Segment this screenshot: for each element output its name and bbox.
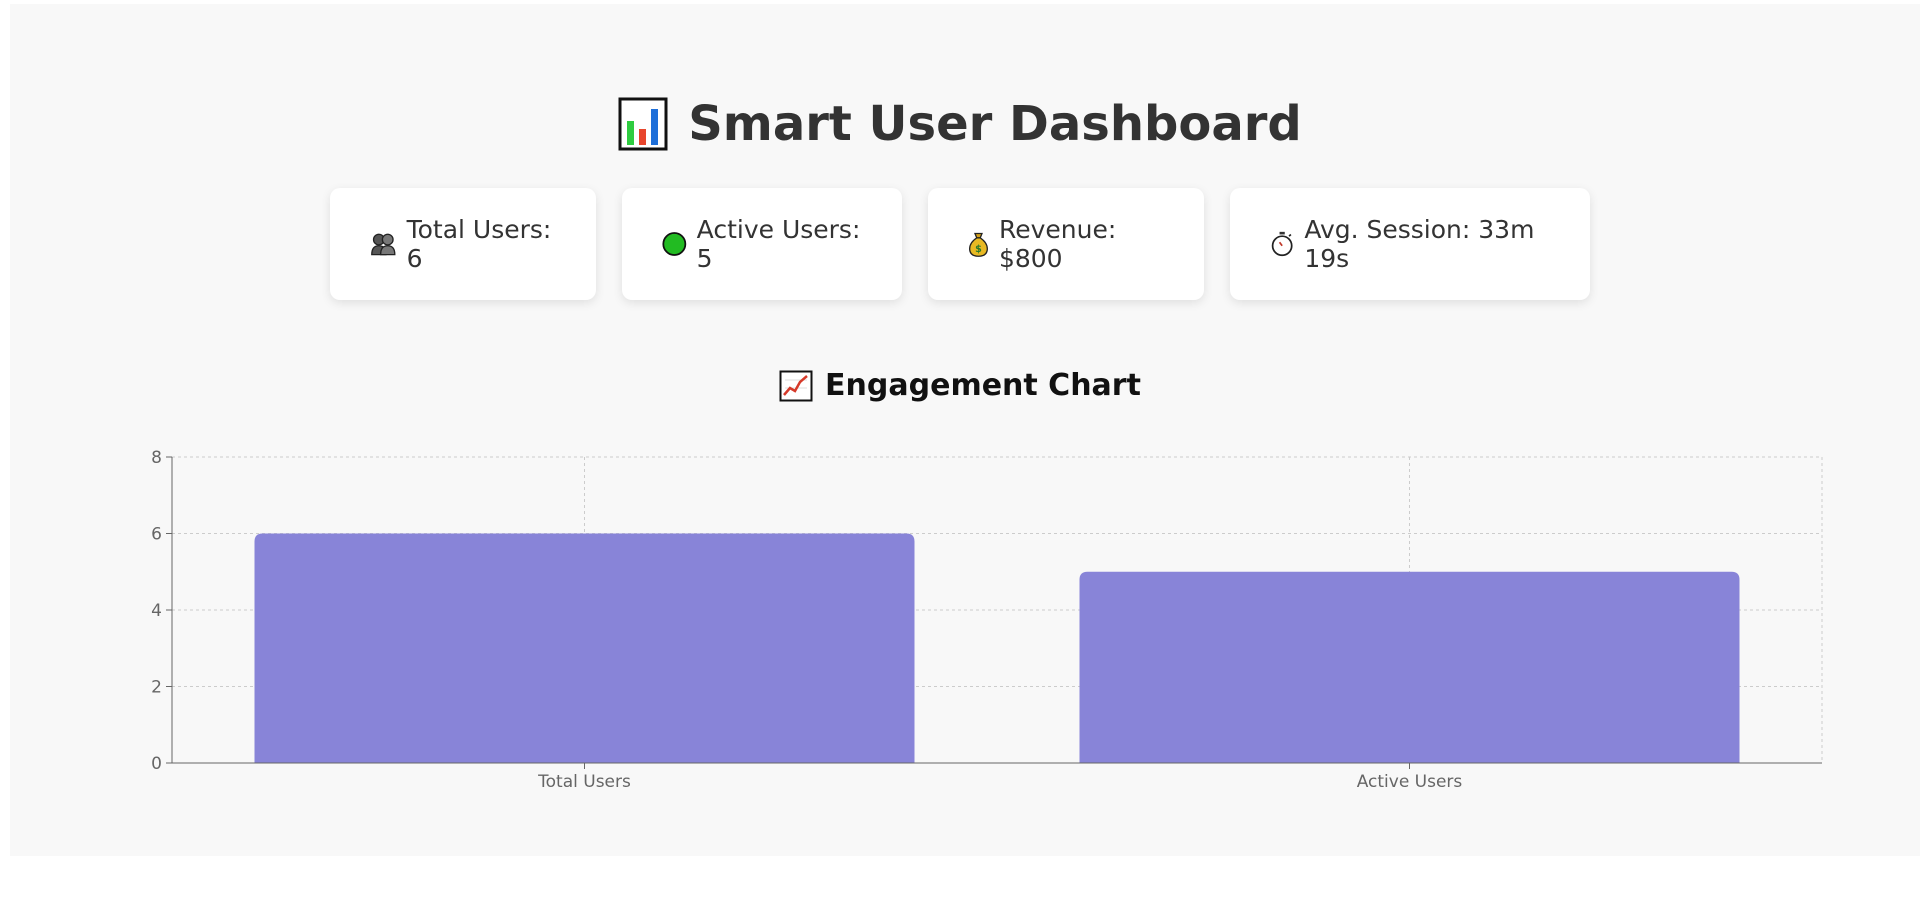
y-tick-label: 2 [151, 678, 162, 698]
y-tick-label: 0 [151, 754, 162, 774]
y-tick-label: 6 [151, 525, 162, 545]
x-category-label: Active Users [1357, 772, 1463, 792]
chart-bar [254, 533, 915, 763]
x-category-label: Total Users [537, 772, 631, 792]
y-tick-label: 4 [151, 601, 162, 621]
engagement-chart: 0 2 4 6 8 Total Users Active Users [151, 448, 1823, 792]
y-tick-label: 8 [151, 448, 162, 468]
chart-bar [1079, 571, 1740, 763]
